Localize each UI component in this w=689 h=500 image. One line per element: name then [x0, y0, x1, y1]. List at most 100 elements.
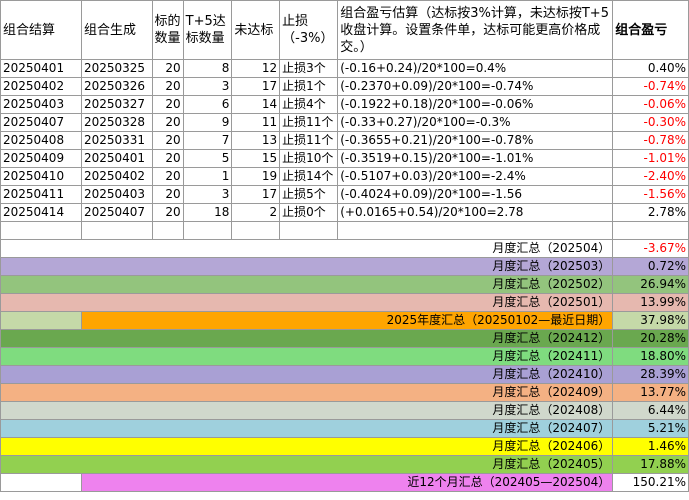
gen-date-cell: 20250325 [80, 59, 153, 78]
pnl-cell: 2.78% [612, 203, 689, 222]
miss-count-cell: 12 [231, 59, 281, 78]
table-row[interactable]: 20250409 20250401 20 5 15 止损10个 (-0.3519+0.15)… [0, 149, 689, 168]
summary-value: 13.99% [612, 293, 689, 312]
table-row[interactable]: 20250411 20250403 20 3 17 止损5个 (-0.4024+0.09)/… [0, 185, 689, 204]
summary-row[interactable]: 月度汇总（202502） 26.94% [0, 275, 689, 294]
gen-date-cell: 20250403 [80, 185, 153, 204]
pnl-cell: -0.78% [612, 131, 689, 150]
empty-cell [151, 221, 184, 240]
summary-row[interactable]: 2025年度汇总（20250102—最近日期） 37.98% [0, 311, 689, 330]
hit-count-cell: 3 [182, 185, 233, 204]
summary-row[interactable]: 月度汇总（202407） 5.21% [0, 419, 689, 438]
summary-value: 1.46% [612, 437, 689, 456]
pnl-table: 组合结算 组合生成 标的数量 T+5达标数量 未达标 止损（-3%） 组合盈亏估… [0, 0, 689, 492]
summary-label: 月度汇总（202412） [0, 329, 614, 348]
summary-value: 5.21% [612, 419, 689, 438]
summary-label: 月度汇总（202406） [0, 437, 614, 456]
summary-value: 20.28% [612, 329, 689, 348]
miss-count-cell: 13 [231, 131, 281, 150]
settle-date-cell: 20250410 [0, 167, 82, 186]
summary-value: 18.80% [612, 347, 689, 366]
settle-date-cell: 20250407 [0, 113, 82, 132]
summary-row[interactable]: 近12个月汇总（202405—202504） 150.21% [0, 473, 689, 492]
summary-value: -3.67% [612, 239, 689, 258]
header-count: 标的数量 [151, 0, 184, 60]
summary-value: 26.94% [612, 275, 689, 294]
table-row[interactable]: 20250407 20250328 20 9 11 止损11个 (-0.33+0.27)/2… [0, 113, 689, 132]
estimate-formula-cell: (-0.2370+0.09)/20*100=-0.74% [337, 77, 614, 96]
table-row[interactable]: 20250414 20250407 20 18 2 止损0个 (+0.0165+0.54)/… [0, 203, 689, 222]
header-row: 组合结算 组合生成 标的数量 T+5达标数量 未达标 止损（-3%） 组合盈亏估… [0, 0, 689, 60]
empty-cell [0, 473, 82, 492]
summary-label: 月度汇总（202504） [0, 239, 614, 258]
pnl-cell: -0.06% [612, 95, 689, 114]
summary-value: 150.21% [612, 473, 689, 492]
summary-row[interactable]: 月度汇总（202410） 28.39% [0, 365, 689, 384]
hit-count-cell: 6 [182, 95, 233, 114]
miss-count-cell: 19 [231, 167, 281, 186]
settle-date-cell: 20250411 [0, 185, 82, 204]
header-miss-count: 未达标 [231, 0, 281, 60]
pnl-cell: -2.40% [612, 167, 689, 186]
table-row[interactable]: 20250410 20250402 20 1 19 止损14个 (-0.5107+0.03)… [0, 167, 689, 186]
stop-loss-cell: 止损0个 [279, 203, 339, 222]
summary-row[interactable]: 月度汇总（202406） 1.46% [0, 437, 689, 456]
table-row[interactable]: 20250402 20250326 20 3 17 止损1个 (-0.2370+0.09)/… [0, 77, 689, 96]
count-cell: 20 [151, 59, 184, 78]
hit-count-cell: 9 [182, 113, 233, 132]
stop-loss-cell: 止损11个 [279, 113, 339, 132]
stop-loss-cell: 止损4个 [279, 95, 339, 114]
gen-date-cell: 20250326 [80, 77, 153, 96]
empty-cell [231, 221, 281, 240]
summary-row[interactable]: 月度汇总（202503） 0.72% [0, 257, 689, 276]
count-cell: 20 [151, 95, 184, 114]
summary-label: 2025年度汇总（20250102—最近日期） [80, 311, 614, 330]
empty-cell [80, 221, 153, 240]
count-cell: 20 [151, 185, 184, 204]
estimate-formula-cell: (-0.1922+0.18)/20*100=-0.06% [337, 95, 614, 114]
header-pnl: 组合盈亏 [612, 0, 689, 60]
pnl-cell: -1.01% [612, 149, 689, 168]
gen-date-cell: 20250331 [80, 131, 153, 150]
gen-date-cell: 20250401 [80, 149, 153, 168]
pnl-cell: 0.40% [612, 59, 689, 78]
miss-count-cell: 15 [231, 149, 281, 168]
summary-label: 月度汇总（202407） [0, 419, 614, 438]
stop-loss-cell: 止损11个 [279, 131, 339, 150]
count-cell: 20 [151, 131, 184, 150]
stop-loss-cell: 止损3个 [279, 59, 339, 78]
summary-row[interactable]: 月度汇总（202504） -3.67% [0, 239, 689, 258]
pnl-cell: -1.56% [612, 185, 689, 204]
summary-label: 月度汇总（202410） [0, 365, 614, 384]
count-cell: 20 [151, 149, 184, 168]
summary-value: 28.39% [612, 365, 689, 384]
summary-row[interactable]: 月度汇总（202409） 13.77% [0, 383, 689, 402]
header-hit-count: T+5达标数量 [182, 0, 233, 60]
header-settle-date: 组合结算 [0, 0, 82, 60]
stop-loss-cell: 止损1个 [279, 77, 339, 96]
summary-row[interactable]: 月度汇总（202501） 13.99% [0, 293, 689, 312]
summary-label: 月度汇总（202503） [0, 257, 614, 276]
header-gen-date: 组合生成 [80, 0, 153, 60]
summary-row[interactable]: 月度汇总（202412） 20.28% [0, 329, 689, 348]
table-row[interactable]: 20250401 20250325 20 8 12 止损3个 (-0.16+0.24)/20… [0, 59, 689, 78]
summary-row[interactable]: 月度汇总（202408） 6.44% [0, 401, 689, 420]
gen-date-cell: 20250402 [80, 167, 153, 186]
summary-row[interactable]: 月度汇总（202411） 18.80% [0, 347, 689, 366]
settle-date-cell: 20250402 [0, 77, 82, 96]
settle-date-cell: 20250409 [0, 149, 82, 168]
hit-count-cell: 3 [182, 77, 233, 96]
estimate-formula-cell: (-0.4024+0.09)/20*100=-1.56 [337, 185, 614, 204]
summary-row[interactable]: 月度汇总（202405） 17.88% [0, 455, 689, 474]
table-row[interactable]: 20250408 20250331 20 7 13 止损11个 (-0.3655+0.21)… [0, 131, 689, 150]
count-cell: 20 [151, 113, 184, 132]
table-row[interactable]: 20250403 20250327 20 6 14 止损4个 (-0.1922+0.18)/… [0, 95, 689, 114]
hit-count-cell: 1 [182, 167, 233, 186]
estimate-formula-cell: (-0.33+0.27)/20*100=-0.3% [337, 113, 614, 132]
miss-count-cell: 2 [231, 203, 281, 222]
settle-date-cell: 20250414 [0, 203, 82, 222]
empty-cell [0, 311, 82, 330]
summary-label: 月度汇总（202411） [0, 347, 614, 366]
stop-loss-cell: 止损14个 [279, 167, 339, 186]
summary-value: 17.88% [612, 455, 689, 474]
